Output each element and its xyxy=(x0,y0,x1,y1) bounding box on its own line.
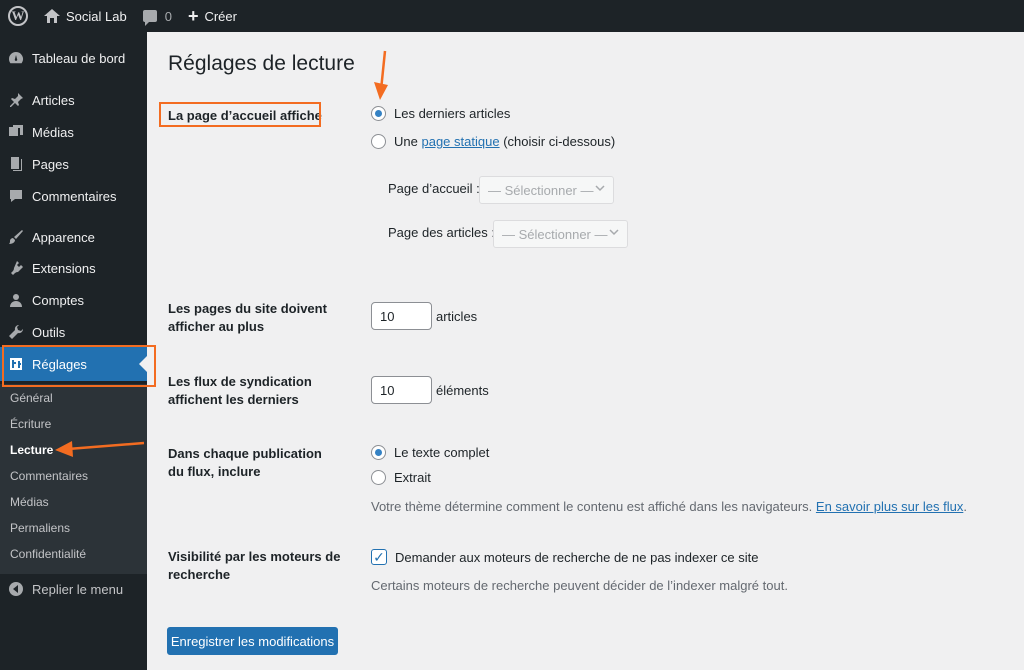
radio-static-page[interactable]: Une page statique (choisir ci-dessous) xyxy=(371,134,615,149)
posts-page-select-value: — Sélectionner — xyxy=(502,226,608,242)
site-name: Social Lab xyxy=(66,8,127,24)
sidebar-item-media[interactable]: Médias xyxy=(0,116,147,148)
sidebar-item-comments[interactable]: Commentaires xyxy=(0,180,147,212)
brush-icon xyxy=(8,229,24,245)
radio-checked-icon[interactable] xyxy=(371,106,386,121)
chevron-down-icon xyxy=(595,185,605,192)
wordpress-icon: W xyxy=(8,6,28,26)
radio-latest-posts-label: Les derniers articles xyxy=(394,106,511,121)
comment-icon xyxy=(8,188,24,204)
settings-submenu: Général Écriture Lecture Commentaires Mé… xyxy=(0,384,147,574)
sidebar-item-articles[interactable]: Articles xyxy=(0,84,147,116)
site-name-link[interactable]: Social Lab xyxy=(36,0,135,32)
checkmark-icon[interactable]: ✓ xyxy=(371,549,387,565)
radio-excerpt-label: Extrait xyxy=(394,470,431,485)
noindex-checkbox[interactable]: ✓ Demander aux moteurs de recherche de n… xyxy=(371,549,758,565)
search-visibility-description: Certains moteurs de recherche peuvent dé… xyxy=(371,578,788,593)
sidebar-item-label: Médias xyxy=(32,124,74,140)
sidebar-item-label: Extensions xyxy=(32,260,96,276)
feed-items-label: Les flux de syndication affichent les de… xyxy=(168,374,312,407)
sidebar-item-label: Articles xyxy=(32,92,75,108)
radio-unchecked-icon[interactable] xyxy=(371,470,386,485)
sidebar-item-label: Commentaires xyxy=(32,188,117,204)
posts-page-select[interactable]: — Sélectionner — xyxy=(493,220,628,248)
page-title: Réglages de lecture xyxy=(168,52,355,75)
new-content-button[interactable]: + Créer xyxy=(180,0,245,32)
submenu-item-writing[interactable]: Écriture xyxy=(10,417,51,431)
feeds-learn-more-link[interactable]: En savoir plus sur les flux xyxy=(816,499,963,514)
comments-link[interactable]: 0 xyxy=(135,0,180,32)
home-icon xyxy=(44,9,60,23)
feed-content-label: Dans chaque publication du flux, inclure xyxy=(168,446,322,479)
search-visibility-label: Visibilité par les moteurs de recherche xyxy=(168,549,341,582)
radio-latest-posts[interactable]: Les derniers articles xyxy=(371,106,510,121)
comment-bubble-icon xyxy=(142,10,157,26)
submenu-item-media[interactable]: Médias xyxy=(10,495,49,509)
collapse-arrow-icon xyxy=(8,581,24,597)
plugin-icon xyxy=(8,260,24,276)
homepage-select[interactable]: — Sélectionner — xyxy=(479,176,614,204)
sidebar-item-label: Apparence xyxy=(32,229,95,245)
wordpress-logo-button[interactable]: W xyxy=(0,0,36,32)
posts-per-page-unit: articles xyxy=(436,309,478,324)
page-icon xyxy=(8,156,24,172)
media-icon xyxy=(8,124,24,140)
submenu-item-comments[interactable]: Commentaires xyxy=(10,469,88,483)
radio-checked-icon[interactable] xyxy=(371,445,386,460)
feed-items-unit: éléments xyxy=(436,383,489,398)
submenu-item-privacy[interactable]: Confidentialité xyxy=(10,547,86,561)
posts-page-select-label: Page des articles : xyxy=(388,225,495,240)
comments-count: 0 xyxy=(164,8,172,24)
radio-full-text-label: Le texte complet xyxy=(394,445,490,460)
arrow-left-icon xyxy=(55,441,145,457)
sidebar-item-extensions[interactable]: Extensions xyxy=(0,252,147,284)
feed-items-input[interactable]: 10 xyxy=(371,376,432,404)
noindex-checkbox-label: Demander aux moteurs de recherche de ne … xyxy=(395,549,759,565)
sidebar-item-label: Outils xyxy=(32,324,66,340)
user-icon xyxy=(8,292,24,308)
posts-per-page-input[interactable]: 10 xyxy=(371,302,432,330)
sidebar-item-dashboard[interactable]: Tableau de bord xyxy=(0,42,147,74)
plus-icon: + xyxy=(187,6,199,26)
radio-excerpt[interactable]: Extrait xyxy=(371,470,431,485)
radio-unchecked-icon[interactable] xyxy=(371,134,386,149)
pin-icon xyxy=(8,92,24,108)
new-content-label: Créer xyxy=(204,8,237,24)
radio-static-prefix: Une xyxy=(394,134,418,149)
feed-content-description: Votre thème détermine comment le contenu… xyxy=(371,499,967,514)
collapse-menu-label: Replier le menu xyxy=(32,581,124,597)
submenu-item-reading[interactable]: Lecture xyxy=(10,443,53,457)
submenu-item-general[interactable]: Général xyxy=(10,391,53,405)
sidebar-item-tools[interactable]: Outils xyxy=(0,316,147,348)
wrench-icon xyxy=(8,324,24,340)
feed-description-suffix: . xyxy=(963,499,967,514)
sidebar-item-label: Pages xyxy=(32,156,69,172)
save-button[interactable]: Enregistrer les modifications xyxy=(167,627,338,655)
sidebar-item-label: Tableau de bord xyxy=(32,50,126,66)
static-page-link[interactable]: page statique xyxy=(421,134,499,149)
radio-full-text[interactable]: Le texte complet xyxy=(371,445,489,460)
sidebar-item-accounts[interactable]: Comptes xyxy=(0,284,147,316)
homepage-select-value: — Sélectionner — xyxy=(488,182,594,198)
posts-per-page-label: Les pages du site doivent afficher au pl… xyxy=(168,301,327,334)
highlight-box-settings xyxy=(2,345,156,387)
submenu-item-permalinks[interactable]: Permaliens xyxy=(10,521,70,535)
feed-description-text: Votre thème détermine comment le contenu… xyxy=(371,499,813,514)
arrow-down-icon xyxy=(374,50,388,100)
dashboard-icon xyxy=(8,50,24,66)
collapse-menu-button[interactable]: Replier le menu xyxy=(0,573,147,605)
main-content: Réglages de lecture La page d’accueil af… xyxy=(147,32,1024,670)
admin-bar: W Social Lab 0 + Créer xyxy=(0,0,1024,32)
radio-static-suffix: (choisir ci-dessous) xyxy=(503,134,616,149)
highlight-box-homepage-label xyxy=(159,102,321,127)
chevron-down-icon xyxy=(609,229,619,236)
sidebar-item-pages[interactable]: Pages xyxy=(0,148,147,180)
sidebar-item-label: Comptes xyxy=(32,292,85,308)
sidebar-item-appearance[interactable]: Apparence xyxy=(0,221,147,253)
homepage-select-label: Page d’accueil : xyxy=(388,181,480,196)
